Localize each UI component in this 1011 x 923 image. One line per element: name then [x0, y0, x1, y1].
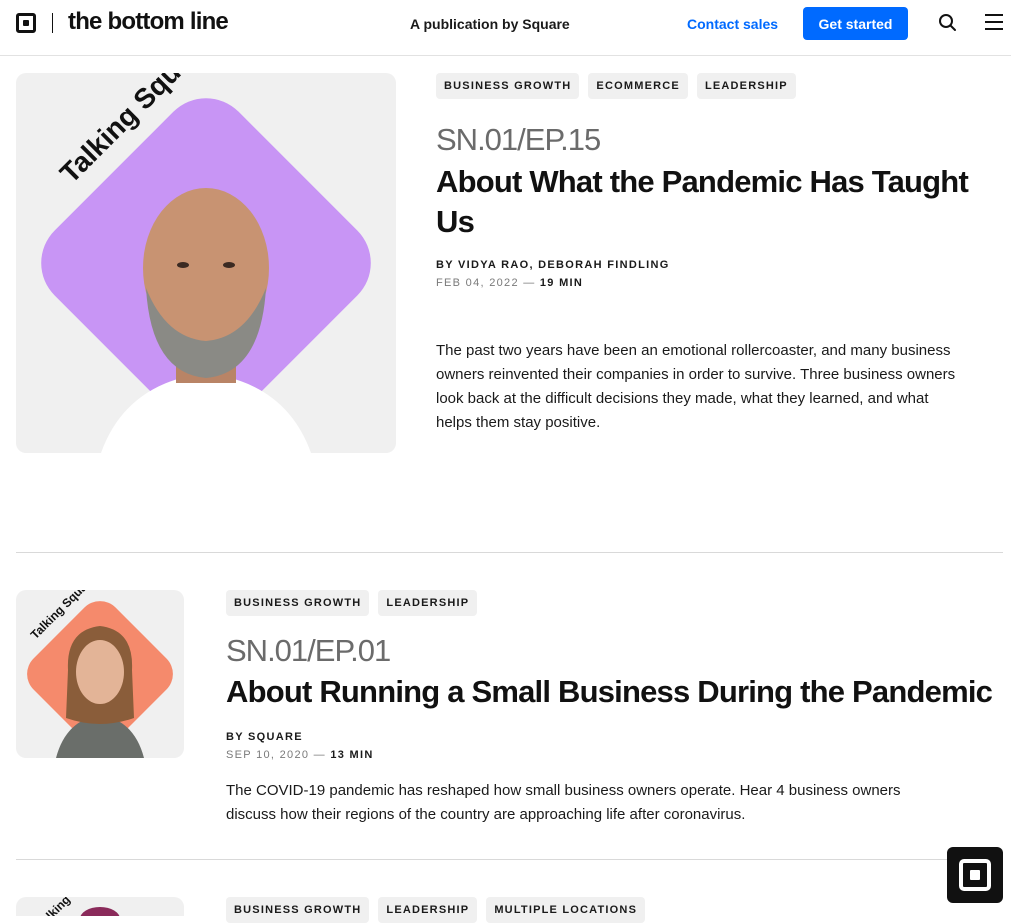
podcast-cover-image: Talking Squarely: [41, 73, 371, 453]
article-date: FEB 04, 2022 —: [436, 277, 536, 289]
brand-title[interactable]: the bottom line: [68, 8, 229, 36]
article-thumbnail[interactable]: Talking Squarely: [16, 590, 184, 758]
episode-number: SN.01/EP.01: [226, 633, 391, 668]
article-byline: BY SQUARE: [226, 731, 303, 743]
article-title[interactable]: About Running a Small Business During th…: [226, 672, 993, 712]
article-summary: The COVID-19 pandemic has reshaped how s…: [226, 779, 986, 827]
publication-tagline: A publication by Square: [410, 16, 570, 32]
search-icon[interactable]: [938, 13, 958, 33]
article-byline: BY VIDYA RAO, DEBORAH FINDLING: [436, 259, 670, 271]
summary-line: The past two years have been an emotiona…: [436, 342, 951, 359]
square-logo-icon[interactable]: [947, 847, 1003, 903]
article-duration: 13 MIN: [330, 749, 374, 761]
summary-line: The COVID-19 pandemic has reshaped how s…: [226, 782, 901, 799]
episode-number: SN.01/EP.15: [436, 122, 601, 157]
article-divider: [16, 859, 1003, 860]
tag-business-growth[interactable]: BUSINESS GROWTH: [436, 73, 580, 99]
summary-line: owners reinvented their companies in ord…: [436, 366, 956, 383]
site-header: the bottom line A publication by Square …: [0, 0, 1011, 56]
article-date: SEP 10, 2020 —: [226, 749, 326, 761]
tag-list: BUSINESS GROWTH LEADERSHIP: [226, 590, 478, 616]
logo-divider: [52, 13, 53, 33]
tag-multiple-locations[interactable]: MULTIPLE LOCATIONS: [486, 897, 646, 923]
get-started-button[interactable]: Get started: [803, 7, 908, 40]
podcast-cover-image: Talking Squarely: [34, 897, 120, 916]
article-meta: FEB 04, 2022 — 19 MIN: [436, 277, 583, 289]
article-summary: The past two years have been an emotiona…: [436, 339, 1006, 435]
article-thumbnail[interactable]: Talking Squarely: [16, 897, 184, 916]
tag-leadership[interactable]: LEADERSHIP: [378, 897, 478, 923]
article-title-continued[interactable]: Us: [436, 202, 475, 242]
tag-leadership[interactable]: LEADERSHIP: [696, 73, 796, 99]
hamburger-menu-icon[interactable]: [985, 14, 1003, 30]
tag-leadership[interactable]: LEADERSHIP: [378, 590, 478, 616]
podcast-cover-image: Talking Squarely: [27, 590, 173, 758]
tag-business-growth[interactable]: BUSINESS GROWTH: [226, 897, 370, 923]
tag-list: BUSINESS GROWTH ECOMMERCE LEADERSHIP: [436, 73, 796, 99]
summary-line: discuss how their regions of the country…: [226, 806, 746, 823]
article-thumbnail[interactable]: Talking Squarely: [16, 73, 396, 453]
article-title[interactable]: About What the Pandemic Has Taught: [436, 162, 969, 202]
tag-list: BUSINESS GROWTH LEADERSHIP MULTIPLE LOCA…: [226, 897, 646, 923]
tag-ecommerce[interactable]: ECOMMERCE: [588, 73, 688, 99]
square-logo-icon[interactable]: [16, 13, 36, 33]
contact-sales-link[interactable]: Contact sales: [687, 16, 778, 32]
tag-business-growth[interactable]: BUSINESS GROWTH: [226, 590, 370, 616]
article-duration: 19 MIN: [539, 277, 584, 289]
article-meta: SEP 10, 2020 — 13 MIN: [226, 749, 374, 761]
summary-line: look back at the difficult decisions the…: [436, 390, 929, 407]
summary-line: helps them stay positive.: [436, 414, 601, 431]
article-divider: [16, 552, 1003, 553]
